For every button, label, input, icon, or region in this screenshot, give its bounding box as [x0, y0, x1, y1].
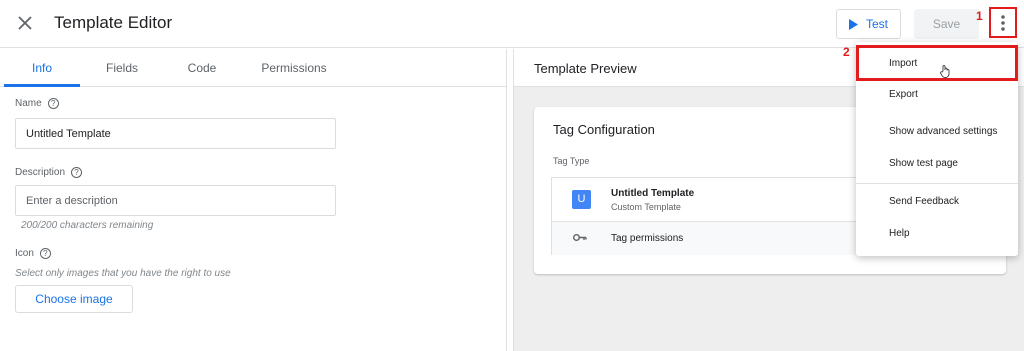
tab-bar: Info Fields Code Permissions	[0, 49, 507, 87]
save-button-label: Save	[932, 17, 961, 31]
tag-type-box: U Untitled Template Custom Template Tag …	[551, 177, 872, 255]
help-icon[interactable]: ?	[71, 167, 83, 178]
description-field[interactable]: Enter a description	[15, 185, 336, 216]
name-label: Name	[15, 98, 42, 109]
characters-remaining: 200/200 characters remaining	[21, 220, 154, 231]
tag-type-label: Tag Type	[553, 156, 590, 166]
help-icon[interactable]: ?	[47, 98, 59, 109]
menu-item-export[interactable]: Export	[856, 79, 1018, 109]
more-options-button[interactable]	[989, 7, 1017, 38]
icon-label: Icon	[15, 248, 34, 259]
page-title: Template Editor	[54, 13, 173, 32]
close-icon	[18, 16, 32, 30]
close-button[interactable]	[12, 10, 38, 36]
tab-code[interactable]: Code	[164, 49, 240, 87]
template-badge-icon: U	[572, 190, 591, 209]
more-options-menu: Import Export Show advanced settings Sho…	[856, 42, 1018, 256]
menu-divider	[856, 183, 1018, 184]
description-label-row: Description ?	[15, 167, 83, 178]
tag-permissions-row[interactable]: Tag permissions	[552, 222, 872, 255]
test-button-label: Test	[865, 17, 888, 31]
description-label: Description	[15, 167, 66, 178]
save-button[interactable]: Save	[914, 9, 979, 39]
tag-subtitle: Custom Template	[611, 202, 681, 212]
choose-image-button[interactable]: Choose image	[15, 285, 133, 313]
annotation-step-1: 1	[976, 9, 983, 23]
menu-item-send-feedback[interactable]: Send Feedback	[856, 186, 1018, 216]
active-tab-indicator	[4, 84, 80, 87]
key-icon	[573, 234, 587, 241]
annotation-step-2: 2	[843, 45, 850, 59]
tag-name: Untitled Template	[611, 188, 695, 199]
more-vert-icon	[1001, 14, 1005, 31]
tag-type-row[interactable]: U Untitled Template Custom Template	[552, 178, 872, 222]
menu-item-help[interactable]: Help	[856, 218, 1018, 248]
icon-label-row: Icon ?	[15, 248, 51, 259]
tag-permissions-label: Tag permissions	[611, 233, 684, 244]
play-icon	[848, 18, 858, 30]
tab-fields[interactable]: Fields	[84, 49, 160, 87]
tab-info[interactable]: Info	[4, 49, 80, 87]
card-title: Tag Configuration	[553, 122, 655, 137]
help-icon[interactable]: ?	[39, 248, 51, 259]
icon-hint: Select only images that you have the rig…	[15, 268, 231, 279]
name-label-row: Name ?	[15, 98, 59, 109]
top-bar: Template Editor Test Save 1	[0, 0, 1024, 48]
test-button[interactable]: Test	[836, 9, 901, 39]
preview-title: Template Preview	[534, 61, 637, 76]
editor-pane: Info Fields Code Permissions Name ? Unti…	[0, 49, 507, 351]
hand-pointer-icon	[940, 65, 950, 78]
menu-item-import[interactable]: Import	[856, 45, 1018, 81]
menu-item-show-advanced-settings[interactable]: Show advanced settings	[856, 116, 1018, 146]
menu-item-show-test-page[interactable]: Show test page	[856, 148, 1018, 178]
name-field[interactable]: Untitled Template	[15, 118, 336, 149]
tab-permissions[interactable]: Permissions	[244, 49, 344, 87]
